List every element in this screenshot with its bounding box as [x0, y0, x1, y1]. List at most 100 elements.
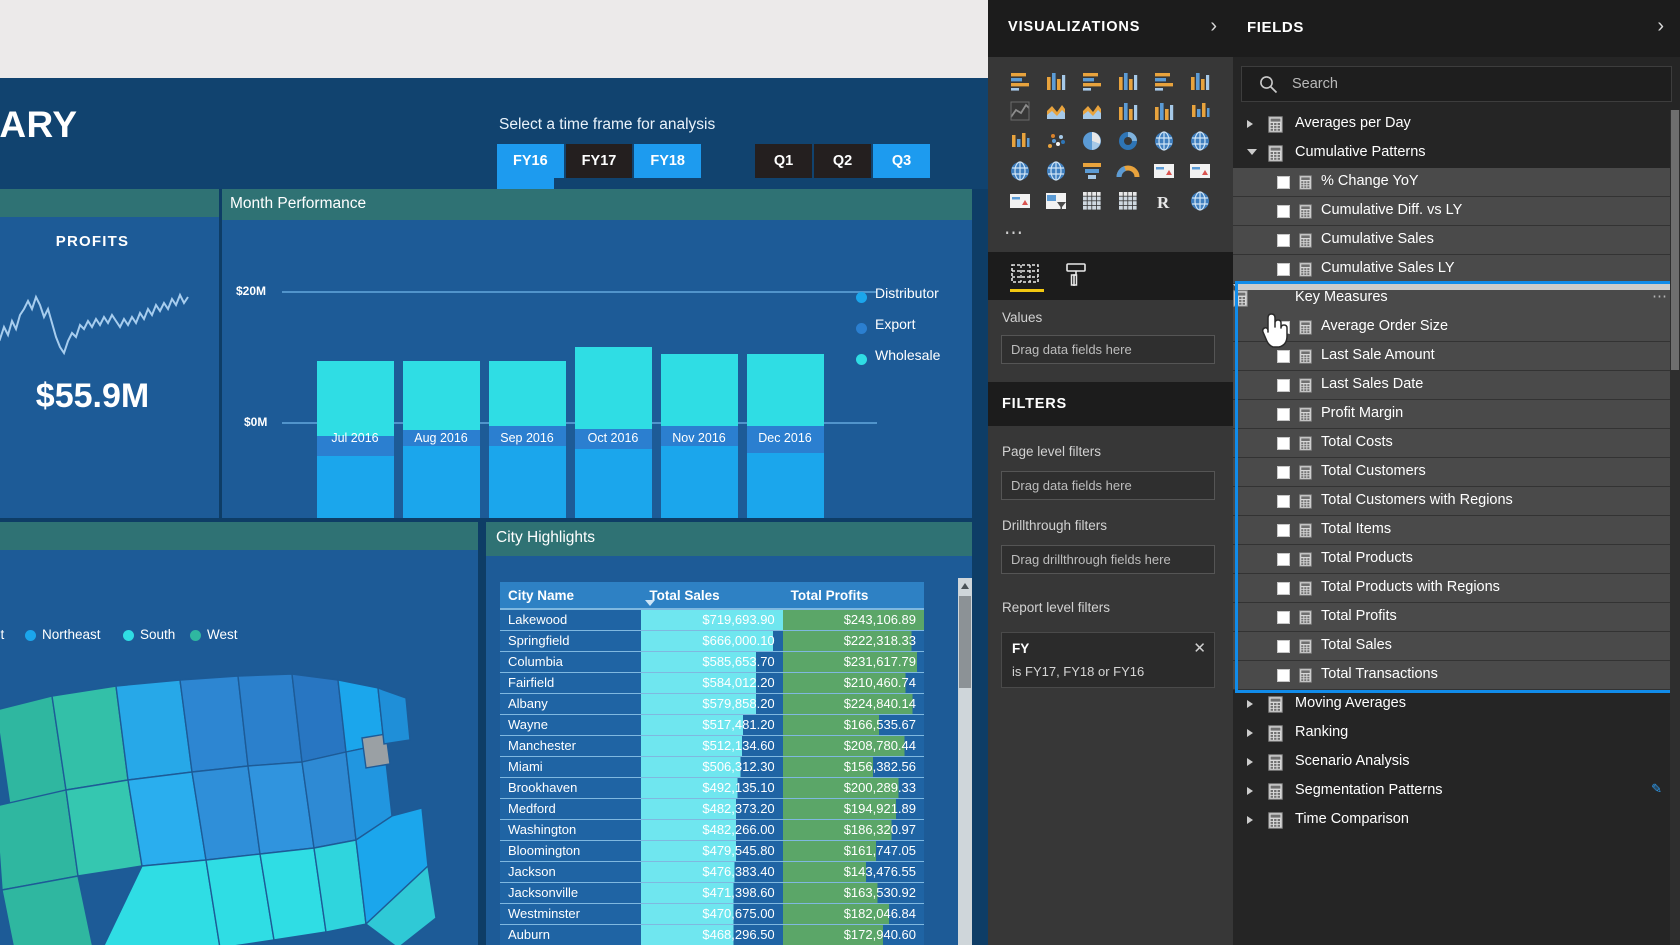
fields-group-segmentation-patterns[interactable]: Segmentation Patterns ✎: [1233, 777, 1680, 806]
filled-map-icon[interactable]: [1008, 159, 1032, 183]
fields-group-time-comparison[interactable]: Time Comparison: [1233, 806, 1680, 835]
slicer-q1[interactable]: Q1: [755, 144, 813, 178]
col-header-city-name[interactable]: City Name: [500, 582, 642, 610]
us-map-svg[interactable]: [0, 640, 478, 945]
field-item[interactable]: Average Order Size: [1233, 313, 1680, 342]
fields-group-ranking[interactable]: Ranking: [1233, 719, 1680, 748]
field-checkbox[interactable]: [1277, 669, 1290, 682]
chevron-right-icon[interactable]: [1247, 700, 1253, 708]
field-item[interactable]: Cumulative Diff. vs LY: [1233, 197, 1680, 226]
table-row[interactable]: Manchester $512,134.60 $208,780.44: [500, 735, 924, 757]
scatter-chart-icon[interactable]: [1044, 129, 1068, 153]
treemap-icon[interactable]: [1152, 129, 1176, 153]
table-row[interactable]: Medford $482,373.20 $194,921.89: [500, 798, 924, 820]
field-checkbox[interactable]: [1277, 582, 1290, 595]
area-chart-icon[interactable]: [1044, 99, 1068, 123]
chevron-right-icon[interactable]: [1247, 729, 1253, 737]
values-dropzone[interactable]: Drag data fields here: [1001, 335, 1215, 364]
tab-format[interactable]: [1062, 262, 1096, 292]
more-options-icon[interactable]: ⋯: [1652, 287, 1668, 305]
fields-group-scenario-analysis[interactable]: Scenario Analysis: [1233, 748, 1680, 777]
field-checkbox[interactable]: [1277, 176, 1290, 189]
field-item[interactable]: Last Sale Amount: [1233, 342, 1680, 371]
chevron-right-icon[interactable]: ›: [1210, 15, 1217, 38]
funnel-icon[interactable]: [1080, 159, 1104, 183]
city-highlights-table-wrap[interactable]: City Name Total Sales Total Profits Lake…: [500, 582, 958, 945]
field-item[interactable]: Total Products with Regions: [1233, 574, 1680, 603]
col-header-total-sales[interactable]: Total Sales: [641, 582, 783, 610]
fields-group-cumulative-patterns[interactable]: Cumulative Patterns: [1233, 139, 1680, 168]
field-checkbox[interactable]: [1277, 321, 1290, 334]
drillthrough-filters-dropzone[interactable]: Drag drillthrough fields here: [1001, 545, 1215, 574]
profits-card[interactable]: PROFITS $55.9M: [0, 189, 219, 518]
pencil-icon[interactable]: ✎: [1651, 781, 1662, 797]
field-item[interactable]: Total Products: [1233, 545, 1680, 574]
bar-aug-2016[interactable]: [403, 314, 480, 518]
field-checkbox[interactable]: [1277, 611, 1290, 624]
chevron-right-icon[interactable]: ›: [1657, 15, 1664, 38]
city-highlights-visual[interactable]: City Highlights City Name Total Sales To: [486, 522, 972, 945]
scrollbar-thumb[interactable]: [959, 596, 971, 688]
tab-fields[interactable]: [1010, 262, 1044, 292]
clustered-column-chart-icon[interactable]: [1116, 69, 1140, 93]
bar-nov-2016[interactable]: [661, 314, 738, 518]
field-checkbox[interactable]: [1277, 466, 1290, 479]
table-row[interactable]: Miami $506,312.30 $156,382.56: [500, 756, 924, 778]
region-map-visual[interactable]: idwest Northeast South West: [0, 522, 478, 945]
line-chart-icon[interactable]: [1008, 99, 1032, 123]
matrix-icon[interactable]: [1116, 189, 1140, 213]
field-item[interactable]: Total Customers with Regions: [1233, 487, 1680, 516]
bar-dec-2016[interactable]: [747, 314, 824, 518]
fields-group-key-measures[interactable]: Key Measures ⋯: [1233, 284, 1680, 313]
gauge-icon[interactable]: [1116, 159, 1140, 183]
chevron-right-icon[interactable]: [1247, 758, 1253, 766]
month-performance-visual[interactable]: Month Performance $20M $0M Jul 2016 Aug …: [222, 189, 972, 518]
chevron-right-icon[interactable]: [1247, 120, 1253, 128]
multi-row-card-icon[interactable]: [1188, 159, 1212, 183]
ellipsis-icon[interactable]: ⋯: [1004, 222, 1026, 245]
field-item[interactable]: Cumulative Sales: [1233, 226, 1680, 255]
table-row[interactable]: Jacksonville $471,398.60 $163,530.92: [500, 882, 924, 904]
field-checkbox[interactable]: [1277, 263, 1290, 276]
field-checkbox[interactable]: [1277, 524, 1290, 537]
field-item[interactable]: Profit Margin: [1233, 400, 1680, 429]
field-checkbox[interactable]: [1277, 205, 1290, 218]
bar-jul-2016[interactable]: [317, 314, 394, 518]
table-row[interactable]: Jackson $476,383.40 $143,476.55: [500, 861, 924, 883]
close-icon[interactable]: ✕: [1193, 639, 1206, 657]
field-checkbox[interactable]: [1277, 234, 1290, 247]
slicer-icon[interactable]: [1044, 189, 1068, 213]
100-stacked-bar-chart-icon[interactable]: [1152, 69, 1176, 93]
line-clustered-column-chart-icon[interactable]: [1152, 99, 1176, 123]
table-scrollbar[interactable]: [958, 578, 972, 945]
fields-group-averages-per-day[interactable]: Averages per Day: [1233, 110, 1680, 139]
table-row[interactable]: Bloomington $479,545.80 $161,747.05: [500, 840, 924, 862]
field-item[interactable]: Total Items: [1233, 516, 1680, 545]
slicer-fy18[interactable]: FY18: [634, 144, 702, 178]
fields-group-moving-averages[interactable]: Moving Averages: [1233, 690, 1680, 719]
table-row[interactable]: Washington $482,266.00 $186,320.97: [500, 819, 924, 841]
slicer-q2[interactable]: Q2: [814, 144, 872, 178]
legend-label-wholesale[interactable]: Wholesale: [875, 347, 940, 363]
waterfall-chart-icon[interactable]: [1008, 129, 1032, 153]
map-icon[interactable]: [1188, 129, 1212, 153]
stacked-area-chart-icon[interactable]: [1080, 99, 1104, 123]
field-checkbox[interactable]: [1277, 379, 1290, 392]
stacked-column-chart-icon[interactable]: [1044, 69, 1068, 93]
field-item[interactable]: Total Transactions: [1233, 661, 1680, 690]
field-item[interactable]: Last Sales Date: [1233, 371, 1680, 400]
field-item[interactable]: % Change YoY: [1233, 168, 1680, 197]
arcgis-map-icon[interactable]: [1188, 189, 1212, 213]
bar-oct-2016[interactable]: [575, 314, 652, 518]
field-item[interactable]: Total Profits: [1233, 603, 1680, 632]
fields-scrollbar[interactable]: [1670, 110, 1680, 945]
kpi-icon[interactable]: [1008, 189, 1032, 213]
table-row[interactable]: Lakewood $719,693.90 $243,106.89: [500, 609, 924, 631]
legend-label-export[interactable]: Export: [875, 316, 915, 332]
table-row[interactable]: Auburn $468,296.50 $172,940.60: [500, 924, 924, 945]
table-row[interactable]: Wayne $517,481.20 $166,535.67: [500, 714, 924, 736]
table-row[interactable]: Fairfield $584,012.20 $210,460.74: [500, 672, 924, 694]
chevron-right-icon[interactable]: [1247, 787, 1253, 795]
col-header-total-profits[interactable]: Total Profits: [782, 582, 924, 610]
100-stacked-column-chart-icon[interactable]: [1188, 69, 1212, 93]
